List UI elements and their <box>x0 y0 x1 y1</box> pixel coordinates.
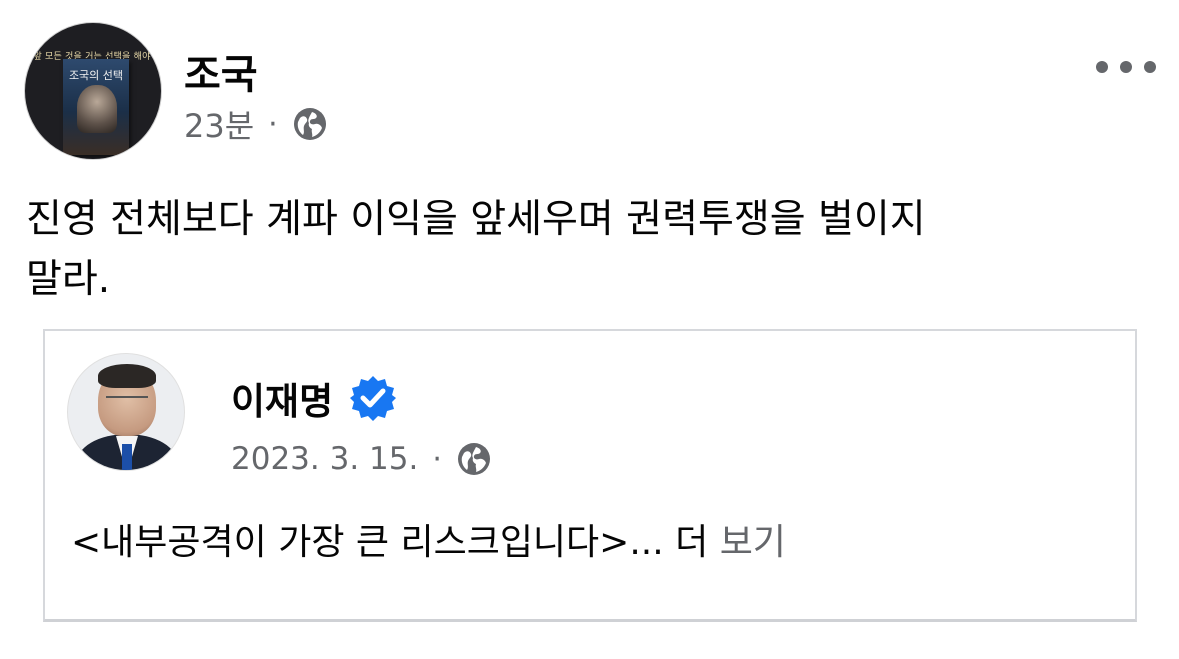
more-options-icon <box>1144 61 1156 73</box>
book-cover-image: 조국의 선택 <box>63 59 129 155</box>
avatar-glasses <box>106 396 148 406</box>
shared-post-card[interactable]: 이재명 2023. 3. 15. · <내부공격이 가장 큰 리스크입니다>..… <box>43 329 1137 622</box>
shared-post-meta: 2023. 3. 15. · <box>231 439 492 479</box>
shared-author-row: 이재명 <box>231 371 397 425</box>
book-title: 조국의 선택 <box>68 69 124 82</box>
avatar-tie <box>122 444 132 470</box>
shared-author-avatar[interactable] <box>67 353 185 471</box>
see-more-link[interactable]: 보기 <box>720 522 786 563</box>
book-portrait <box>77 85 117 133</box>
verified-badge-icon <box>350 376 397 421</box>
shared-post-snippet: <내부공격이 가장 큰 리스크입니다>... 더 <box>71 522 720 563</box>
post-body: 진영 전체보다 계파 이익을 앞세우며 권력투쟁을 벌이지 말라. <box>26 190 1136 310</box>
post-meta: 23분 · <box>184 101 328 147</box>
avatar-hair <box>98 364 156 388</box>
more-options-icon <box>1096 61 1108 73</box>
post-timestamp[interactable]: 23분 <box>184 101 254 147</box>
author-avatar[interactable]: 눈앞 모든 것을 거는 선택을 해야 한다 조국의 선택 <box>24 22 162 160</box>
more-options-icon <box>1120 61 1132 73</box>
shared-author-name[interactable]: 이재명 <box>231 371 333 425</box>
post-text-line: 말라. <box>26 257 111 302</box>
shared-post-date[interactable]: 2023. 3. 15. <box>231 441 418 477</box>
more-options-button[interactable] <box>1096 52 1156 82</box>
post-header: 눈앞 모든 것을 거는 선택을 해야 한다 조국의 선택 조국 23분 · <box>24 22 1164 162</box>
globe-icon[interactable] <box>292 106 328 142</box>
post-text-line: 진영 전체보다 계파 이익을 앞세우며 권력투쟁을 벌이지 <box>26 197 926 242</box>
globe-icon[interactable] <box>456 441 492 477</box>
meta-separator: · <box>268 106 278 142</box>
shared-post-text: <내부공격이 가장 큰 리스크입니다>... 더 보기 <box>71 513 786 565</box>
author-name[interactable]: 조국 <box>184 42 258 100</box>
meta-separator: · <box>432 441 442 477</box>
